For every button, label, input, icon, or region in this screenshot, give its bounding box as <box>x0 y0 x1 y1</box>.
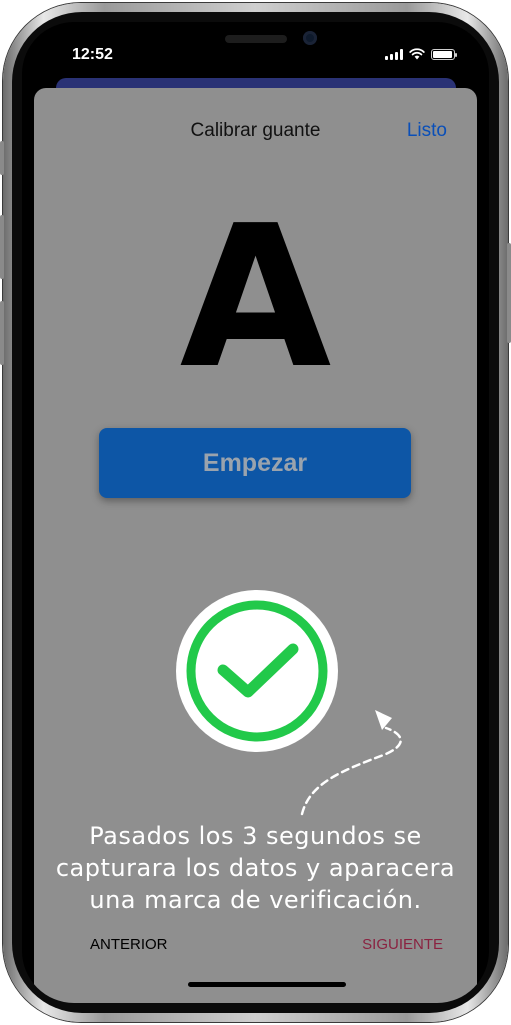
power-button <box>507 243 511 343</box>
done-button[interactable]: Listo <box>407 120 447 142</box>
screen: 12:52 Calibrar guante Listo A Empezar Pa… <box>22 22 489 1003</box>
next-button[interactable]: SIGUIENTE <box>362 936 443 953</box>
mute-switch <box>0 141 4 175</box>
notch <box>132 22 379 56</box>
volume-down-button <box>0 301 4 365</box>
signal-icon <box>385 48 403 60</box>
status-time: 12:52 <box>72 46 113 63</box>
speaker-grille <box>225 35 287 43</box>
front-camera <box>303 31 317 45</box>
hint-text: Pasados los 3 segundos se capturara los … <box>55 822 456 914</box>
previous-button[interactable]: ANTERIOR <box>90 936 168 953</box>
calibration-sheet: Calibrar guante Listo A Empezar Pasados … <box>34 88 477 1003</box>
status-icons <box>385 48 457 60</box>
target-letter: A <box>179 184 332 412</box>
dashed-arrow-icon <box>300 710 402 816</box>
start-button[interactable]: Empezar <box>99 428 411 498</box>
volume-up-button <box>0 215 4 279</box>
wifi-icon <box>409 48 425 60</box>
battery-icon <box>431 48 457 60</box>
home-indicator[interactable] <box>188 982 346 987</box>
